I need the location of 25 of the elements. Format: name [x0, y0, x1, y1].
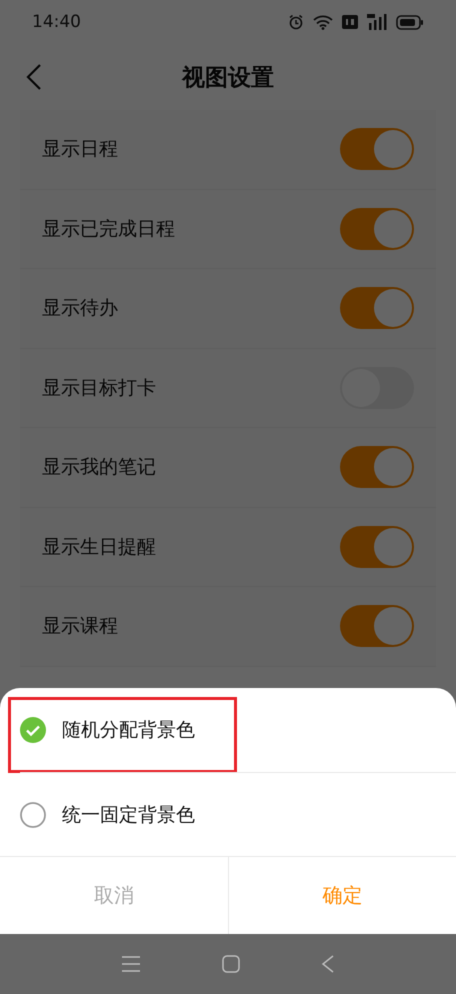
home-icon[interactable]	[222, 955, 240, 973]
setting-label: 显示生日提醒	[42, 534, 156, 560]
toggle-switch[interactable]	[340, 446, 414, 488]
setting-label: 显示我的笔记	[42, 455, 156, 480]
setting-label: 显示课程	[42, 614, 118, 640]
toggle-switch[interactable]	[340, 605, 414, 648]
back-nav-icon[interactable]	[321, 955, 336, 973]
toggle-switch[interactable]	[340, 128, 414, 170]
setting-label: 显示已完成日程	[42, 216, 175, 242]
page-title: 视图设置	[182, 64, 274, 92]
signal-icon	[367, 14, 387, 30]
setting-label: 显示目标打卡	[42, 376, 156, 401]
toggle-switch[interactable]	[340, 526, 414, 568]
toggle-switch[interactable]	[340, 208, 414, 250]
battery-icon	[396, 14, 424, 30]
setting-label: 显示待办	[42, 296, 118, 322]
toggle-switch[interactable]	[340, 287, 414, 330]
wifi-icon	[313, 14, 333, 30]
setting-label: 显示日程	[42, 137, 118, 162]
option-row[interactable]: 随机分配背景色	[0, 688, 456, 772]
alarm-clock-icon	[288, 14, 304, 30]
option-row[interactable]: 统一固定背景色	[20, 772, 456, 856]
menu-icon[interactable]	[120, 954, 141, 974]
back-icon[interactable]	[26, 63, 42, 91]
status-time: 14:40	[32, 12, 81, 32]
